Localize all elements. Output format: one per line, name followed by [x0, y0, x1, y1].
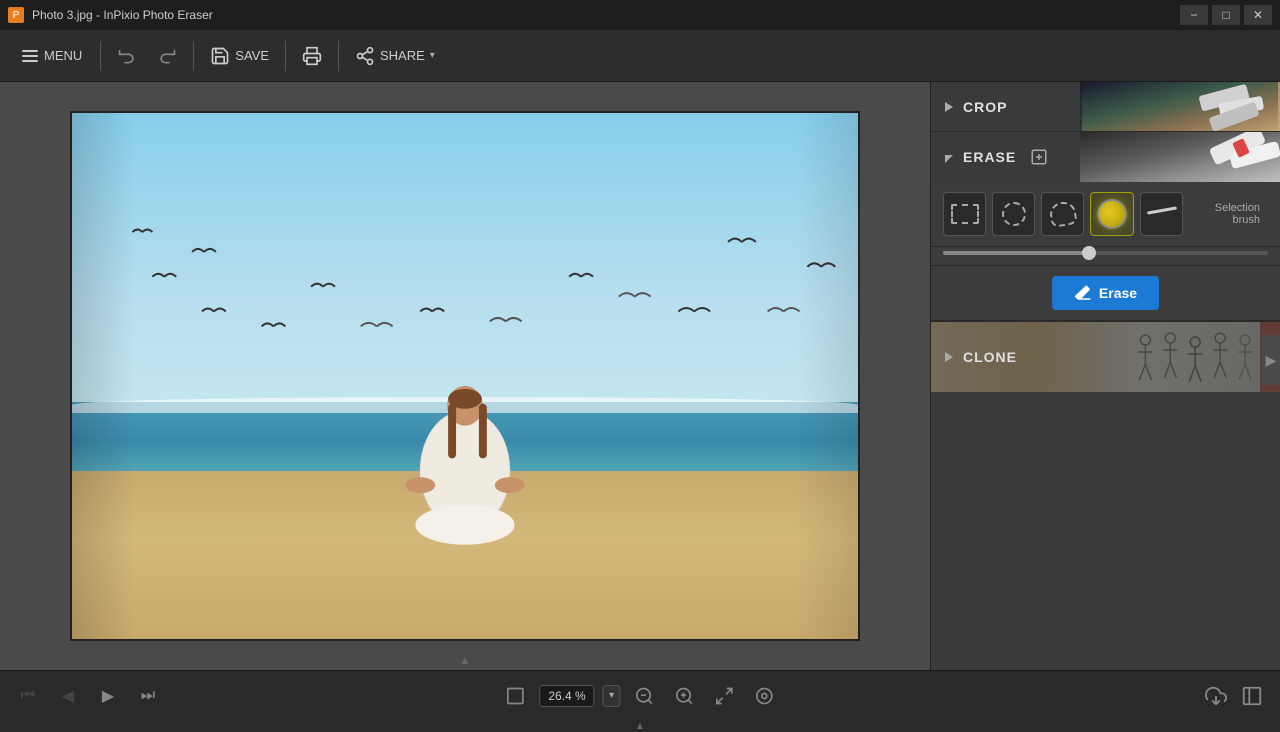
crop-thumbnail [1080, 82, 1280, 131]
erase-button-row: Erase [931, 266, 1280, 321]
zoom-out-icon [635, 686, 655, 706]
title-controls: − □ ✕ [1180, 5, 1272, 25]
zoom-region-icon [755, 686, 775, 706]
menu-button[interactable]: MENU [12, 37, 92, 75]
crop-thumb-image [1080, 82, 1280, 131]
status-bar: ⏮ ◀ ▶ ⏭ 26.4 % ▾ [0, 670, 1280, 720]
maximize-button[interactable]: □ [1212, 5, 1240, 25]
next-button[interactable]: ▶ [92, 682, 124, 710]
bottom-arrow: ▲ [0, 720, 1280, 732]
ellipse-select-button[interactable] [992, 192, 1035, 236]
separator-3 [285, 41, 286, 71]
ellipse-select-icon [1002, 202, 1026, 226]
erase-thumbnail [1080, 132, 1280, 182]
export-icon [1205, 685, 1227, 707]
export-button[interactable] [1200, 682, 1232, 710]
erase-slider[interactable] [943, 251, 1268, 255]
title-text: Photo 3.jpg - InPixio Photo Eraser [32, 8, 213, 22]
crop-triangle-icon [945, 102, 953, 112]
zoom-display: 26.4 % [539, 685, 594, 707]
main-container: ▲ CROP [0, 82, 1280, 670]
frame-icon [505, 686, 525, 706]
menu-label: MENU [44, 48, 82, 63]
separator-4 [338, 41, 339, 71]
ocean-layer [72, 402, 858, 481]
fit-width-button[interactable] [709, 682, 741, 710]
scroll-down-button[interactable]: ▲ [635, 721, 645, 732]
share-dropdown-arrow: ▾ [430, 50, 435, 61]
clone-label: CLONE [963, 349, 1017, 365]
slider-thumb[interactable] [1082, 246, 1096, 260]
crop-header[interactable]: CROP [931, 82, 1280, 132]
undo-button[interactable] [109, 37, 145, 75]
fit-width-icon [715, 686, 735, 706]
erase-button-label: Erase [1099, 285, 1137, 301]
erase-thumb-svg [1080, 132, 1280, 182]
zoom-container: 26.4 % ▾ [499, 682, 780, 710]
erase-tools-row: Selection brush [931, 182, 1280, 247]
crop-label: CROP [963, 99, 1007, 115]
erase-action-button[interactable]: Erase [1052, 276, 1159, 310]
erase-section: ERASE [931, 132, 1280, 322]
right-panel: CROP [930, 82, 1280, 670]
photo-canvas [70, 111, 860, 641]
status-btn-group [1200, 682, 1268, 710]
photo-container [70, 111, 860, 641]
expand-icon: ▶ [1266, 352, 1277, 369]
erase-label: ERASE [963, 149, 1016, 165]
title-bar-left: P Photo 3.jpg - InPixio Photo Eraser [8, 7, 213, 23]
crop-section[interactable]: CROP [931, 82, 1280, 132]
erase-slider-row [931, 247, 1280, 266]
eraser-icon [1074, 284, 1092, 302]
rect-select-button[interactable] [943, 192, 986, 236]
clone-section[interactable]: CLONE [931, 322, 1280, 392]
print-button[interactable] [294, 37, 330, 75]
minimize-button[interactable]: − [1180, 5, 1208, 25]
zoom-in-icon [675, 686, 695, 706]
erase-triangle-icon [945, 155, 953, 163]
expand-panel-button[interactable]: ▶ [1262, 335, 1280, 385]
erase-settings-icon [1030, 148, 1048, 166]
lasso-select-button[interactable] [1041, 192, 1084, 236]
brush-select-button[interactable] [1090, 192, 1134, 236]
hamburger-icon [22, 50, 38, 62]
erase-header[interactable]: ERASE [931, 132, 1280, 182]
crop-thumb-svg [1080, 82, 1280, 131]
prev-button[interactable]: ◀ [52, 682, 84, 710]
save-label: SAVE [235, 48, 269, 63]
separator-1 [100, 41, 101, 71]
redo-button[interactable] [149, 37, 185, 75]
sky-layer [72, 113, 858, 429]
sand-layer [72, 471, 858, 639]
slider-fill [943, 251, 1089, 255]
line-brush-button[interactable] [1140, 192, 1183, 236]
prev-start-button[interactable]: ⏮ [12, 682, 44, 710]
bottom-indicator: ▲ [445, 650, 485, 670]
brush-select-icon [1097, 199, 1127, 229]
clone-triangle-icon [945, 352, 953, 362]
title-bar: P Photo 3.jpg - InPixio Photo Eraser − □… [0, 0, 1280, 30]
canvas-area[interactable]: ▲ [0, 82, 930, 670]
next-end-button[interactable]: ⏭ [132, 682, 164, 710]
share-label: SHARE [380, 48, 425, 63]
panel-toggle-button[interactable] [1236, 682, 1268, 710]
zoom-dropdown-button[interactable]: ▾ [603, 685, 621, 707]
frame-button[interactable] [499, 682, 531, 710]
lasso-select-icon [1048, 200, 1078, 228]
separator-2 [193, 41, 194, 71]
toolbar: MENU SAVE SHARE ▾ [0, 30, 1280, 82]
panel-toggle-icon [1241, 685, 1263, 707]
line-brush-icon [1147, 204, 1177, 224]
share-button[interactable]: SHARE ▾ [347, 37, 443, 75]
rect-select-icon [951, 204, 979, 224]
close-button[interactable]: ✕ [1244, 5, 1272, 25]
selection-brush-label: Selection brush [1195, 202, 1268, 226]
zoom-in-button[interactable] [669, 682, 701, 710]
app-icon: P [8, 7, 24, 23]
zoom-out-button[interactable] [629, 682, 661, 710]
save-button[interactable]: SAVE [202, 37, 277, 75]
clone-header[interactable]: CLONE [931, 322, 1280, 392]
zoom-region-button[interactable] [749, 682, 781, 710]
wave-layer [72, 397, 858, 413]
